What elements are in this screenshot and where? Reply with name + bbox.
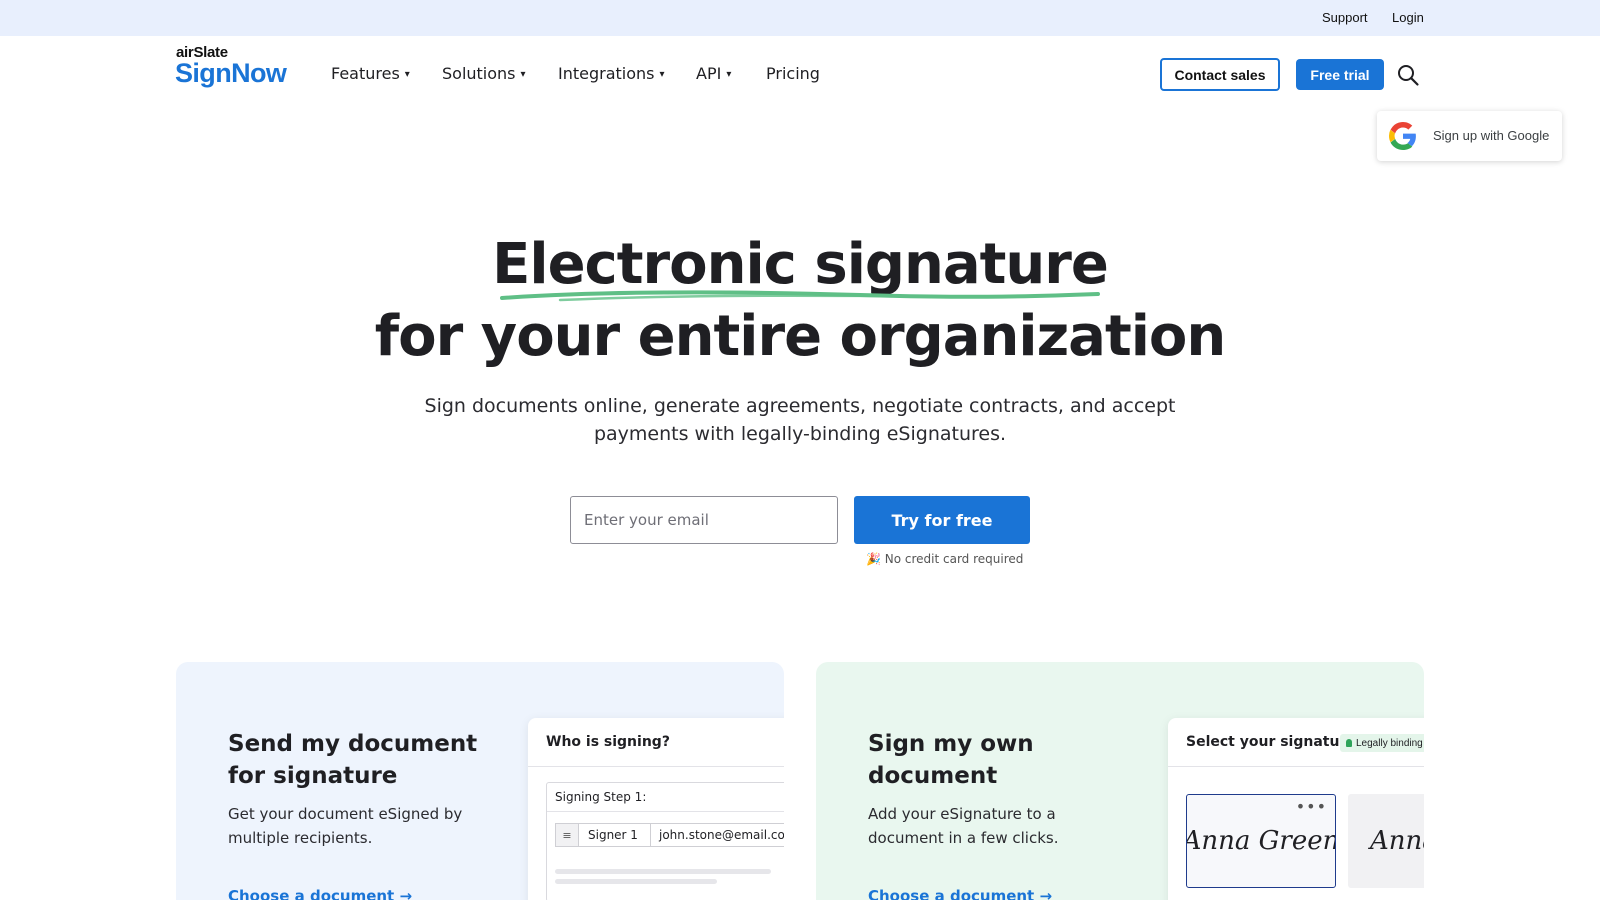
signing-step-box: Signing Step 1: ≡ Signer 1 john.stone@em… [546, 782, 784, 900]
nav-features[interactable]: Features ▾ [331, 64, 410, 83]
panel-divider [528, 766, 784, 767]
google-signup-label: Sign up with Google [1433, 128, 1550, 143]
send-document-card: Send my document for signature Get your … [176, 662, 784, 900]
signnow-logo[interactable]: airSlate SignNow [175, 44, 305, 94]
signer-row: ≡ Signer 1 john.stone@email.com [555, 823, 784, 847]
badge-label: Legally binding [1356, 737, 1423, 749]
select-signature-panel: Select your signature Legally binding An… [1168, 718, 1424, 900]
nav-solutions-label: Solutions [442, 64, 516, 83]
signer-email-field[interactable]: john.stone@email.com [651, 823, 784, 847]
panel-divider [1168, 766, 1424, 767]
nav-api[interactable]: API ▾ [696, 64, 731, 83]
legally-binding-badge: Legally binding [1340, 734, 1424, 752]
sign-own-document-card: Sign my own document Add your eSignature… [816, 662, 1424, 900]
send-card-title: Send my document for signature [228, 731, 478, 789]
nav-pricing-label: Pricing [766, 64, 820, 83]
placeholder-bar [555, 879, 717, 884]
more-options-icon[interactable]: ••• [1296, 797, 1327, 816]
email-input[interactable] [570, 496, 838, 544]
hero-subtitle: Sign documents online, generate agreemen… [424, 395, 1176, 445]
chevron-down-icon: ▾ [404, 69, 410, 80]
google-icon [1389, 122, 1416, 150]
placeholder-bar [555, 869, 771, 874]
step-divider [547, 811, 784, 812]
send-choose-document-link[interactable]: Choose a document → [228, 887, 412, 900]
own-choose-document-link[interactable]: Choose a document → [868, 887, 1052, 900]
login-link[interactable]: Login [1392, 10, 1424, 25]
signer-role-field[interactable]: Signer 1 [579, 823, 651, 847]
signing-step-label: Signing Step 1: [555, 790, 647, 804]
chevron-down-icon: ▾ [659, 69, 665, 80]
search-icon[interactable] [1396, 63, 1420, 87]
logo-signnow-text: SignNow [175, 58, 287, 88]
google-signup-button[interactable]: Sign up with Google [1377, 111, 1562, 161]
panel-title: Select your signature [1186, 734, 1356, 750]
signature-text: Anna Gr [1370, 826, 1424, 856]
panel-title: Who is signing? [546, 734, 670, 750]
who-is-signing-panel: Who is signing? Signing Step 1: ≡ Signer… [528, 718, 784, 900]
chevron-down-icon: ▾ [520, 69, 526, 80]
signature-option-selected[interactable]: Anna Green ••• [1186, 794, 1336, 888]
free-trial-button[interactable]: Free trial [1296, 59, 1384, 90]
hero-title-line-2: for your entire organization [374, 304, 1227, 369]
own-card-title: Sign my own document [868, 731, 1034, 789]
nav-integrations-label: Integrations [558, 64, 655, 83]
contact-sales-button[interactable]: Contact sales [1160, 58, 1280, 91]
nav-pricing[interactable]: Pricing [766, 64, 820, 83]
nav-solutions[interactable]: Solutions ▾ [442, 64, 526, 83]
drag-handle-icon[interactable]: ≡ [555, 823, 579, 847]
signature-option[interactable]: Anna Gr [1348, 794, 1424, 888]
nav-features-label: Features [331, 64, 400, 83]
own-card-description: Add your eSignature to a document in a f… [868, 805, 1059, 847]
no-credit-card-note: 🎉 No credit card required [866, 552, 1024, 566]
lock-icon [1346, 739, 1352, 747]
top-utility-bar: Support Login [0, 0, 1600, 36]
signature-text: Anna Green [1186, 826, 1336, 856]
hero-underline-decoration [500, 290, 1100, 302]
send-card-description: Get your document eSigned by multiple re… [228, 805, 463, 847]
try-for-free-button[interactable]: Try for free [854, 496, 1030, 544]
support-link[interactable]: Support [1322, 10, 1368, 25]
nav-integrations[interactable]: Integrations ▾ [558, 64, 665, 83]
nav-api-label: API [696, 64, 722, 83]
chevron-down-icon: ▾ [726, 69, 732, 80]
